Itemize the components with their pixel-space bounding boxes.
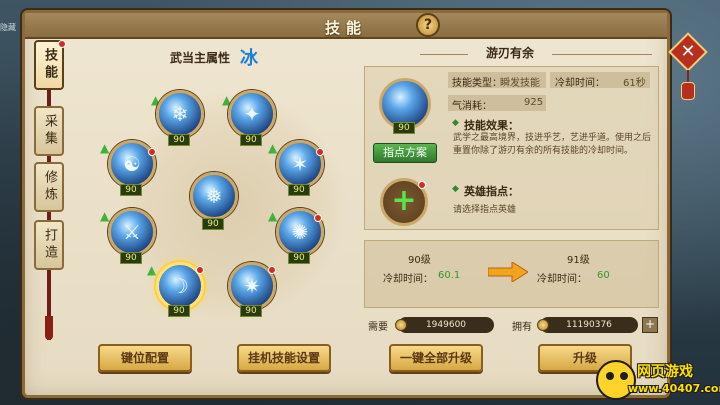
skill-slot-4[interactable]: ✶ bbox=[276, 140, 324, 188]
coin-icon bbox=[395, 319, 407, 331]
hero-guidance-title: 英雄指点： bbox=[464, 185, 519, 198]
hero-guidance-hint: 请选择指点英雄 bbox=[453, 205, 517, 215]
window-title: 技能 bbox=[324, 19, 367, 37]
skill-level: 90 bbox=[288, 184, 310, 196]
hero-alert-dot bbox=[418, 181, 426, 189]
skill-icon: ✷ bbox=[243, 274, 261, 298]
skill-alert-dot bbox=[148, 148, 156, 156]
skill-effect-text: 武学之最高境界，技进乎艺，艺进乎道。使用之后重置你除了游刃有余的所有技能的冷却时… bbox=[453, 133, 652, 156]
skill-level: 90 bbox=[120, 184, 142, 196]
selected-skill-level: 90 bbox=[393, 122, 415, 134]
skill-type-label: 技能类型： bbox=[452, 78, 502, 89]
coin-icon bbox=[537, 319, 549, 331]
qi-cost-label: 气消耗： bbox=[452, 101, 492, 112]
tab-skills-alert-dot bbox=[58, 40, 66, 48]
current-cooldown-label: 冷却时间： bbox=[383, 274, 433, 285]
skill-alert-dot bbox=[268, 266, 276, 274]
current-level: 90级 bbox=[408, 255, 431, 266]
auto-skill-settings-button[interactable]: 挂机技能设置 bbox=[237, 344, 331, 372]
skill-alert-dot bbox=[196, 266, 204, 274]
next-cooldown-label: 冷却时间： bbox=[537, 274, 587, 285]
title-bar: 技能 ? bbox=[25, 13, 667, 39]
keybind-config-button[interactable]: 键位配置 bbox=[98, 344, 192, 372]
skill-level: 90 bbox=[240, 134, 262, 146]
skill-icon: ⚔ bbox=[123, 220, 141, 244]
guidance-plan-button[interactable]: 指点方案 bbox=[373, 143, 437, 163]
title-divider bbox=[420, 54, 468, 55]
mascot-eye bbox=[606, 372, 614, 380]
current-cooldown-value: 60.1 bbox=[438, 270, 461, 281]
skill-level: 90 bbox=[168, 134, 190, 146]
upgrade-arrow-icon: ▲ bbox=[268, 141, 278, 155]
selected-skill-name: 游刃有余 bbox=[485, 46, 534, 60]
cost-have-value: 11190376 bbox=[540, 317, 638, 333]
skill-slot-6[interactable]: ⚔ bbox=[108, 208, 156, 256]
qi-cost-value: 925 bbox=[524, 97, 544, 108]
skill-level: 90 bbox=[202, 218, 224, 230]
skill-icon: ✦ bbox=[243, 102, 261, 126]
skill-level: 90 bbox=[168, 305, 190, 317]
next-level: 91级 bbox=[567, 255, 590, 266]
tab-cultivate[interactable]: 修炼 bbox=[34, 162, 64, 212]
tab-gather[interactable]: 采集 bbox=[34, 106, 64, 156]
skill-icon: ❄ bbox=[171, 102, 189, 126]
add-currency-button[interactable]: + bbox=[642, 317, 658, 333]
cost-need-value: 1949600 bbox=[398, 317, 494, 333]
upgrade-arrow-icon: ▲ bbox=[100, 141, 110, 155]
skill-type-value: 瞬发技能 bbox=[500, 78, 540, 89]
skill-icon: ❅ bbox=[205, 184, 223, 208]
upgrade-arrow-icon: ▲ bbox=[147, 263, 157, 277]
skill-slot-2[interactable]: ✦ bbox=[228, 90, 276, 138]
main-attribute-label: 武当主属性 bbox=[170, 51, 231, 65]
skill-level: 90 bbox=[288, 252, 310, 264]
lantern-icon bbox=[681, 82, 695, 100]
watermark-url: www.40407.com bbox=[628, 382, 720, 395]
skill-slot-1[interactable]: ❄ bbox=[156, 90, 204, 138]
cooldown-label: 冷却时间： bbox=[555, 78, 605, 89]
cooldown-value: 61秒 bbox=[623, 78, 646, 89]
tab-forge[interactable]: 打造 bbox=[34, 220, 64, 270]
watermark-title: 网页游戏 bbox=[637, 364, 693, 380]
main-attribute-value: 冰 bbox=[240, 48, 258, 69]
upgrade-all-button[interactable]: 一键全部升级 bbox=[389, 344, 483, 372]
cost-need-label: 需要 bbox=[368, 322, 388, 333]
skill-icon: ☽ bbox=[171, 274, 189, 298]
corner-label: 隐藏 bbox=[0, 23, 16, 32]
diamond-icon: ◆ bbox=[452, 184, 459, 194]
skill-slot-3[interactable]: ☯ bbox=[108, 140, 156, 188]
skill-alert-dot bbox=[314, 214, 322, 222]
upgrade-arrow-icon: ▲ bbox=[100, 209, 110, 223]
skill-level: 90 bbox=[240, 305, 262, 317]
next-cooldown-value: 60 bbox=[597, 270, 610, 281]
skill-alert-dot bbox=[316, 148, 324, 156]
upgrade-arrow-icon: ▲ bbox=[268, 209, 278, 223]
tassel-decoration bbox=[45, 316, 53, 340]
skill-level: 90 bbox=[120, 252, 142, 264]
skill-icon: ☯ bbox=[123, 152, 141, 176]
skill-effect-title: 技能效果： bbox=[464, 119, 519, 132]
close-icon[interactable]: ✕ bbox=[674, 38, 702, 66]
skill-icon: ✶ bbox=[291, 152, 309, 176]
skill-slot-5[interactable]: ❅ bbox=[190, 172, 238, 220]
help-button[interactable]: ? bbox=[416, 13, 440, 37]
cost-have-label: 拥有 bbox=[512, 322, 532, 333]
diamond-icon: ◆ bbox=[452, 118, 459, 128]
title-divider bbox=[552, 54, 652, 55]
mascot-eye bbox=[620, 372, 628, 380]
arrow-right-icon bbox=[488, 262, 528, 282]
